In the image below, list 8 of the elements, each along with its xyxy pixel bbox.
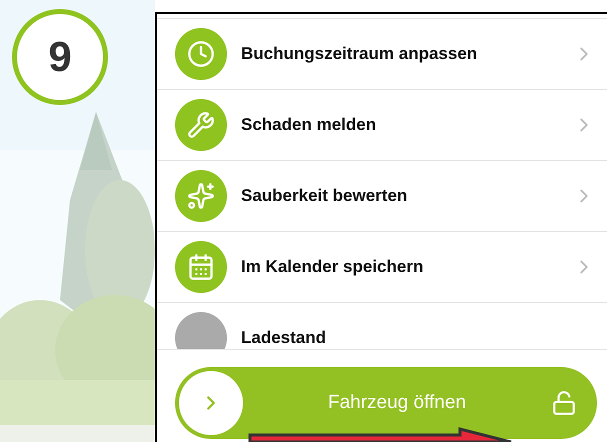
menu-item[interactable]: Ladestand [241,328,607,348]
menu-item[interactable]: Sauberkeit bewerten [241,186,559,206]
unlock-icon [551,390,577,416]
menu-item[interactable]: Buchungszeitraum anpassen [241,44,559,64]
slider-label: Fahrzeug öffnen [326,392,468,414]
menu-item[interactable]: Im Kalender speichern [241,257,559,277]
slider-handle[interactable] [179,371,243,435]
menu-item[interactable]: Schaden melden [241,115,559,135]
